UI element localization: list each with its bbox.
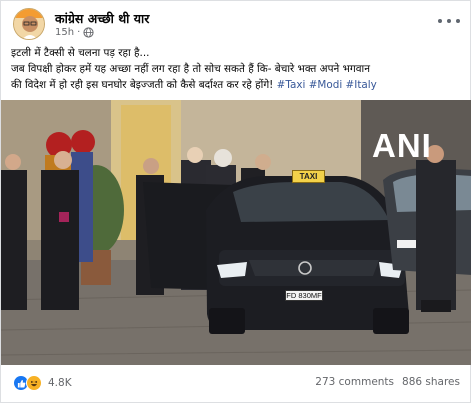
more-options-icon[interactable] (438, 13, 460, 29)
globe-icon[interactable] (83, 27, 94, 38)
hashtag-link[interactable]: #Italy (346, 79, 377, 91)
avatar-portrait-icon (14, 9, 44, 39)
reaction-summary[interactable]: 4.8K (13, 375, 72, 391)
post-text: इटली में टैक्सी से चलना पड़ रहा है... जब… (11, 45, 463, 93)
reaction-count: 4.8K (48, 377, 72, 389)
hashtag-link[interactable]: #Taxi (277, 79, 306, 91)
thumbs-up-icon (17, 379, 25, 388)
post-text-line-content: की विदेश में हो रही इस घनघोर बेइज्जती को… (11, 79, 274, 91)
post-card: कांग्रेस अच्छी थी यार 15h · इटली में टैक… (0, 0, 471, 403)
post-text-line: की विदेश में हो रही इस घनघोर बेइज्जती को… (11, 77, 463, 93)
hashtag-link[interactable]: #Modi (309, 79, 343, 91)
post-time[interactable]: 15h (55, 27, 74, 38)
ani-watermark: ANI (372, 127, 432, 164)
comments-count-link[interactable]: 273 comments (315, 376, 394, 388)
post-text-line: जब विपक्षी होकर हमें यह अच्छा नहीं लग रह… (11, 63, 370, 75)
laughing-face-icon (30, 380, 38, 387)
shares-count-link[interactable]: 886 shares (402, 376, 460, 388)
post-meta: 15h · (55, 27, 94, 38)
post-header: कांग्रेस अच्छी थी यार 15h · (9, 7, 464, 41)
taxi-roof-sign: TAXI (292, 170, 325, 183)
license-plate: FD 830MF (285, 290, 323, 301)
post-stats: 273 comments 886 shares (315, 376, 460, 388)
page-avatar[interactable] (13, 8, 45, 40)
post-footer: 4.8K 273 comments 886 shares (1, 365, 471, 403)
page-name[interactable]: कांग्रेस अच्छी थी यार (55, 10, 149, 27)
post-photo[interactable]: ANI TAXI FD 830MF (1, 100, 471, 365)
post-text-line: इटली में टैक्सी से चलना पड़ रहा है... (11, 47, 150, 59)
haha-icon (26, 375, 42, 391)
